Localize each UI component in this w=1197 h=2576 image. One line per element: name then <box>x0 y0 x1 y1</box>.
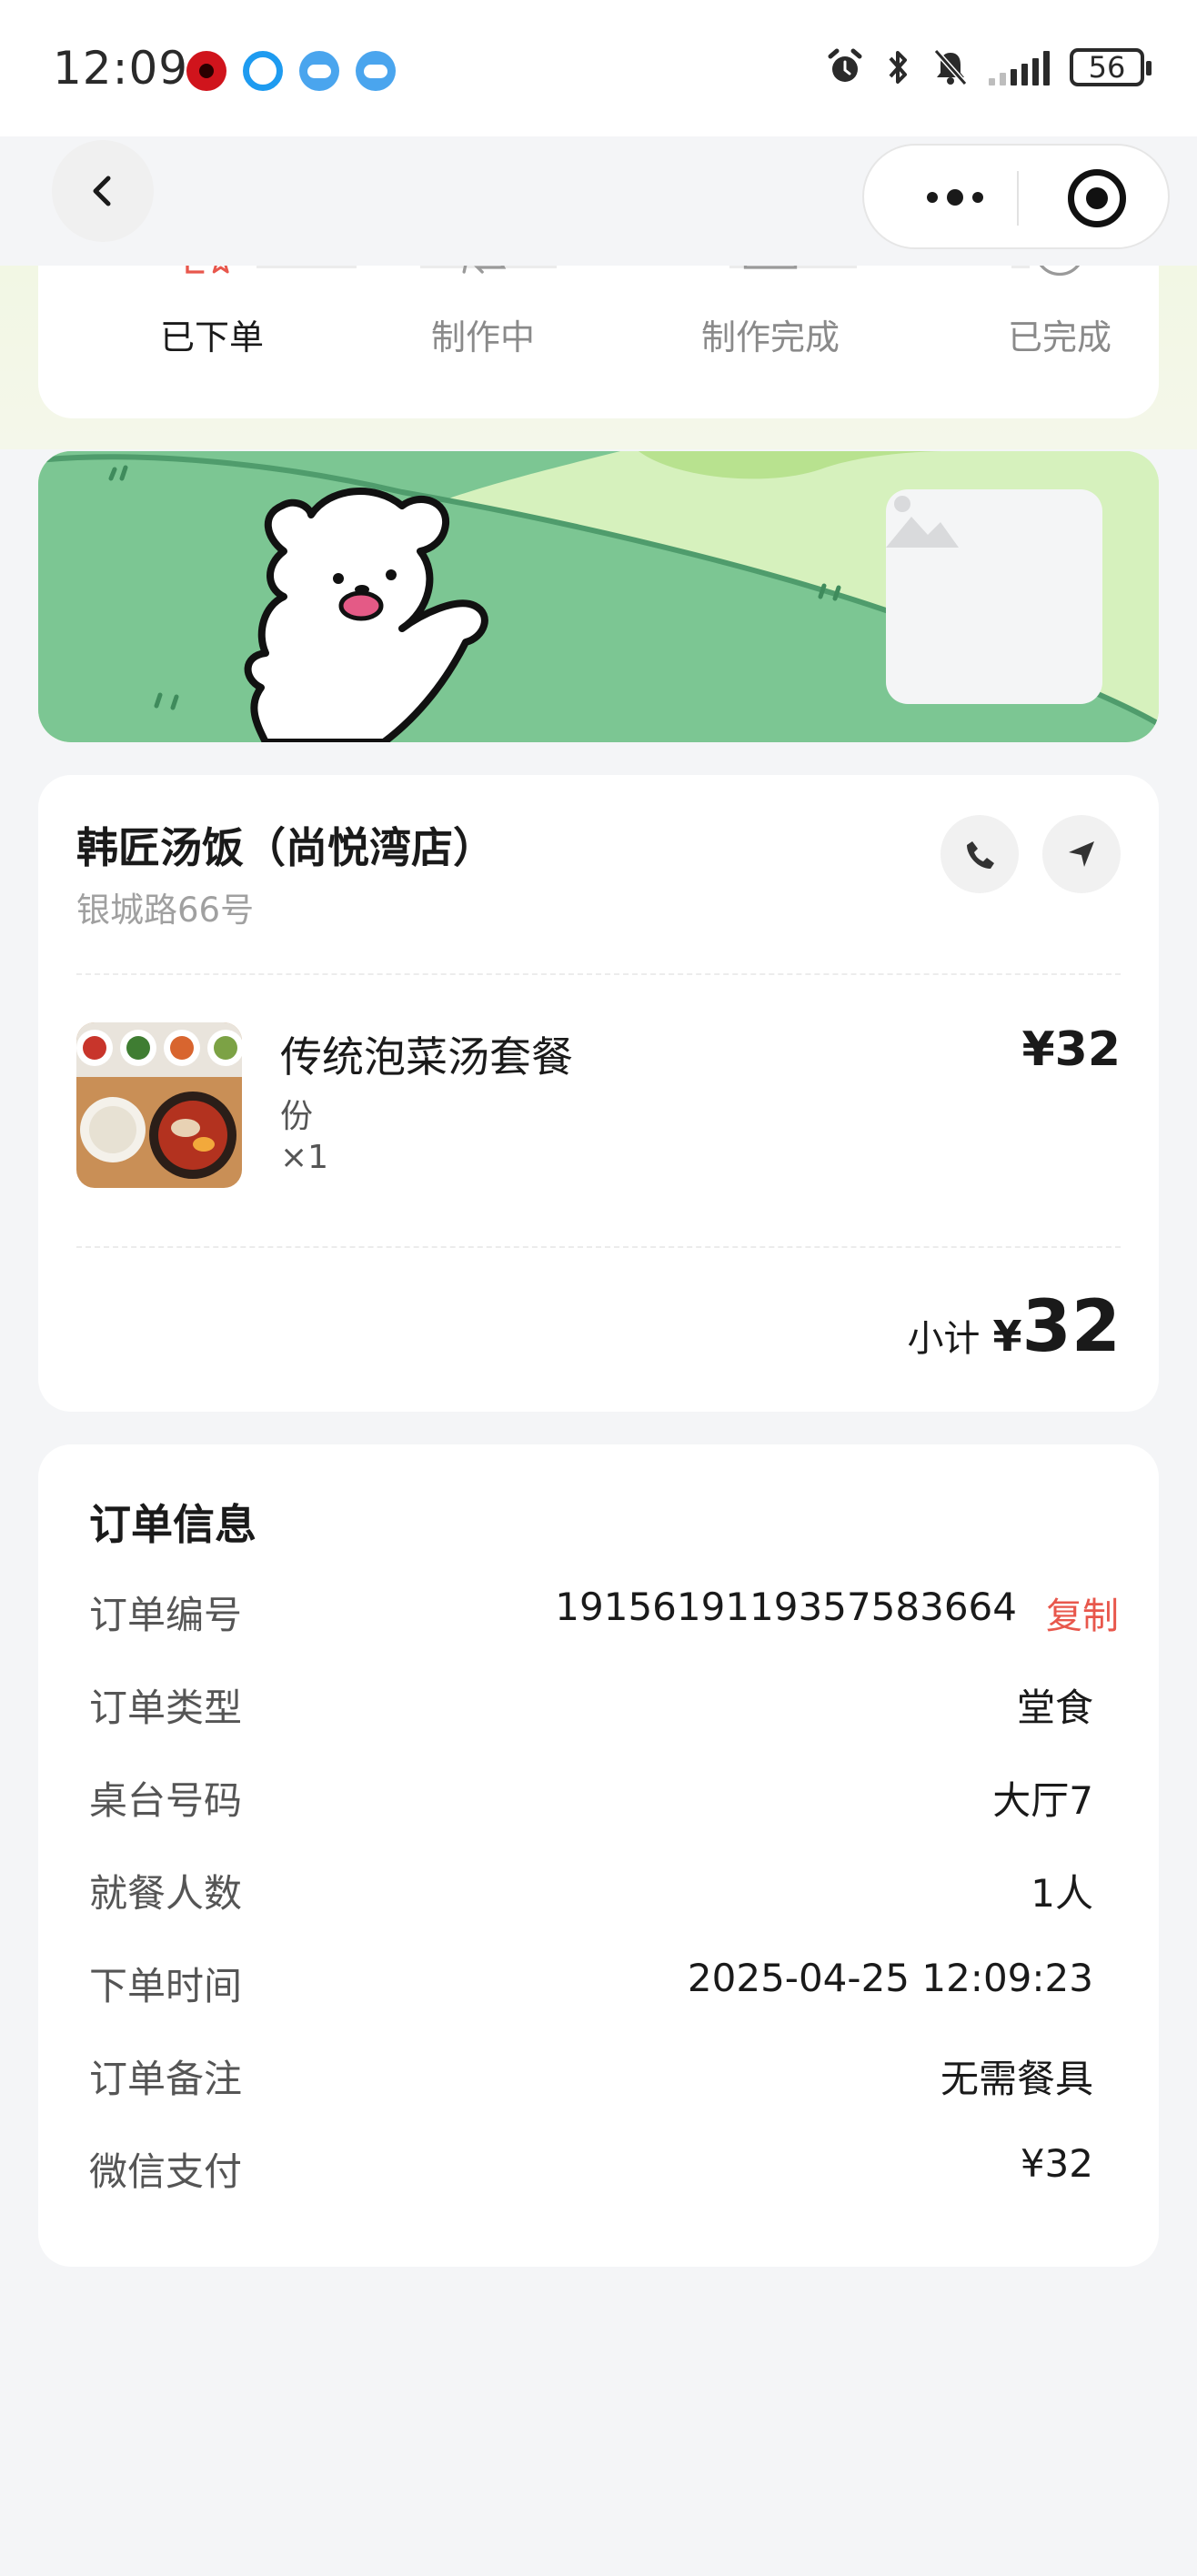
order-info-title: 订单信息 <box>89 1500 256 1549</box>
table-number-row: 桌台号码 大厅7 <box>89 1770 1119 1825</box>
info-label: 就餐人数 <box>89 1871 243 1916</box>
order-number: 1915619119357583664 <box>555 1585 1017 1629</box>
alarm-icon <box>828 48 862 82</box>
info-label: 下单时间 <box>89 1964 243 2008</box>
store-address: 银城路66号 <box>76 891 255 930</box>
store-name: 韩匠汤饭（尚悦湾店） <box>76 823 495 872</box>
copy-button[interactable]: 复制 <box>1046 1586 1119 1639</box>
dish-unit: 份 <box>280 1098 314 1135</box>
step-label: 已完成 <box>1007 317 1112 357</box>
subtotal-currency: ¥ <box>992 1312 1022 1361</box>
call-button[interactable] <box>940 815 1019 893</box>
bluetooth-icon <box>889 51 907 84</box>
step-label: 制作中 <box>430 317 535 357</box>
dish-name: 传统泡菜汤套餐 <box>280 1032 573 1082</box>
table-number: 大厅7 <box>992 1778 1093 1823</box>
step-label: 已下单 <box>159 317 264 357</box>
store-card: 韩匠汤饭（尚悦湾店） 银城路66号 传统泡菜汤套餐 份 ×1 ¥32 小计 ¥ … <box>38 775 1159 1412</box>
target-icon[interactable] <box>1068 169 1126 227</box>
banner-image-placeholder <box>886 489 1102 704</box>
order-info-card: 订单信息 订单编号 1915619119357583664 复制 订单类型 堂食… <box>38 1444 1159 2267</box>
image-placeholder-icon <box>886 496 959 548</box>
phone-icon <box>967 841 994 869</box>
mini-program-capsule <box>862 144 1170 249</box>
dish-quantity: ×1 <box>280 1139 329 1176</box>
diners-count: 1人 <box>1031 1871 1093 1916</box>
remark-row: 订单备注 无需餐具 <box>89 2048 1119 2103</box>
order-type: 堂食 <box>1016 1685 1093 1730</box>
info-label: 订单备注 <box>89 2057 243 2101</box>
navigate-button[interactable] <box>1042 815 1121 893</box>
signal-icon <box>989 49 1050 86</box>
capsule-divider <box>1017 171 1019 226</box>
divider <box>76 1246 1121 1248</box>
mute-icon <box>933 49 968 86</box>
diners-row: 就餐人数 1人 <box>89 1863 1119 1917</box>
payment-row: 微信支付 ¥32 <box>89 2141 1119 2196</box>
netease-music-icon <box>186 51 226 91</box>
circle-app-icon <box>243 51 283 91</box>
battery-icon: 56 <box>1070 48 1152 86</box>
info-label: 订单编号 <box>89 1593 243 1637</box>
promo-banner[interactable] <box>38 451 1159 742</box>
ordered-step-icon <box>186 266 229 274</box>
order-remark: 无需餐具 <box>940 2057 1093 2101</box>
notification-icons <box>186 51 396 91</box>
subtotal-label: 小计 <box>907 1318 981 1360</box>
dish-image <box>76 1022 242 1188</box>
cloud-app-icon <box>356 51 396 91</box>
step-label: 制作完成 <box>700 317 840 357</box>
order-time-row: 下单时间 2025-04-25 12:09:23 <box>89 1956 1119 2010</box>
divider <box>76 973 1121 975</box>
navigation-arrow-icon <box>1069 841 1094 867</box>
payment-amount: ¥32 <box>1020 2141 1093 2186</box>
dish-price: ¥32 <box>1021 1022 1121 1077</box>
chevron-left-icon <box>93 176 111 206</box>
order-type-row: 订单类型 堂食 <box>89 1677 1119 1732</box>
info-label: 桌台号码 <box>89 1778 243 1823</box>
order-time: 2025-04-25 12:09:23 <box>687 1956 1093 2000</box>
info-label: 微信支付 <box>89 2149 243 2194</box>
more-dots-icon <box>927 192 938 203</box>
cloud-app-icon <box>299 51 339 91</box>
back-button[interactable] <box>52 140 154 242</box>
made-step-icon <box>743 266 798 269</box>
progress-line <box>1011 266 1030 268</box>
status-bar: 12:09 56 <box>0 0 1197 136</box>
info-label: 订单类型 <box>89 1685 243 1730</box>
order-number-row: 订单编号 1915619119357583664 复制 <box>89 1585 1119 1639</box>
system-icons: 56 <box>825 47 1152 87</box>
status-time: 12:09 <box>53 42 189 95</box>
progress-line <box>256 266 357 268</box>
making-step-icon <box>462 266 507 274</box>
order-progress: 已下单 制作中 制作完成 已完成 <box>38 266 1159 418</box>
subtotal: 小计 ¥ 32 <box>907 1292 1121 1363</box>
completed-step-icon <box>1039 266 1081 277</box>
subtotal-value: 32 <box>1021 1286 1121 1368</box>
more-button[interactable] <box>910 175 1001 220</box>
